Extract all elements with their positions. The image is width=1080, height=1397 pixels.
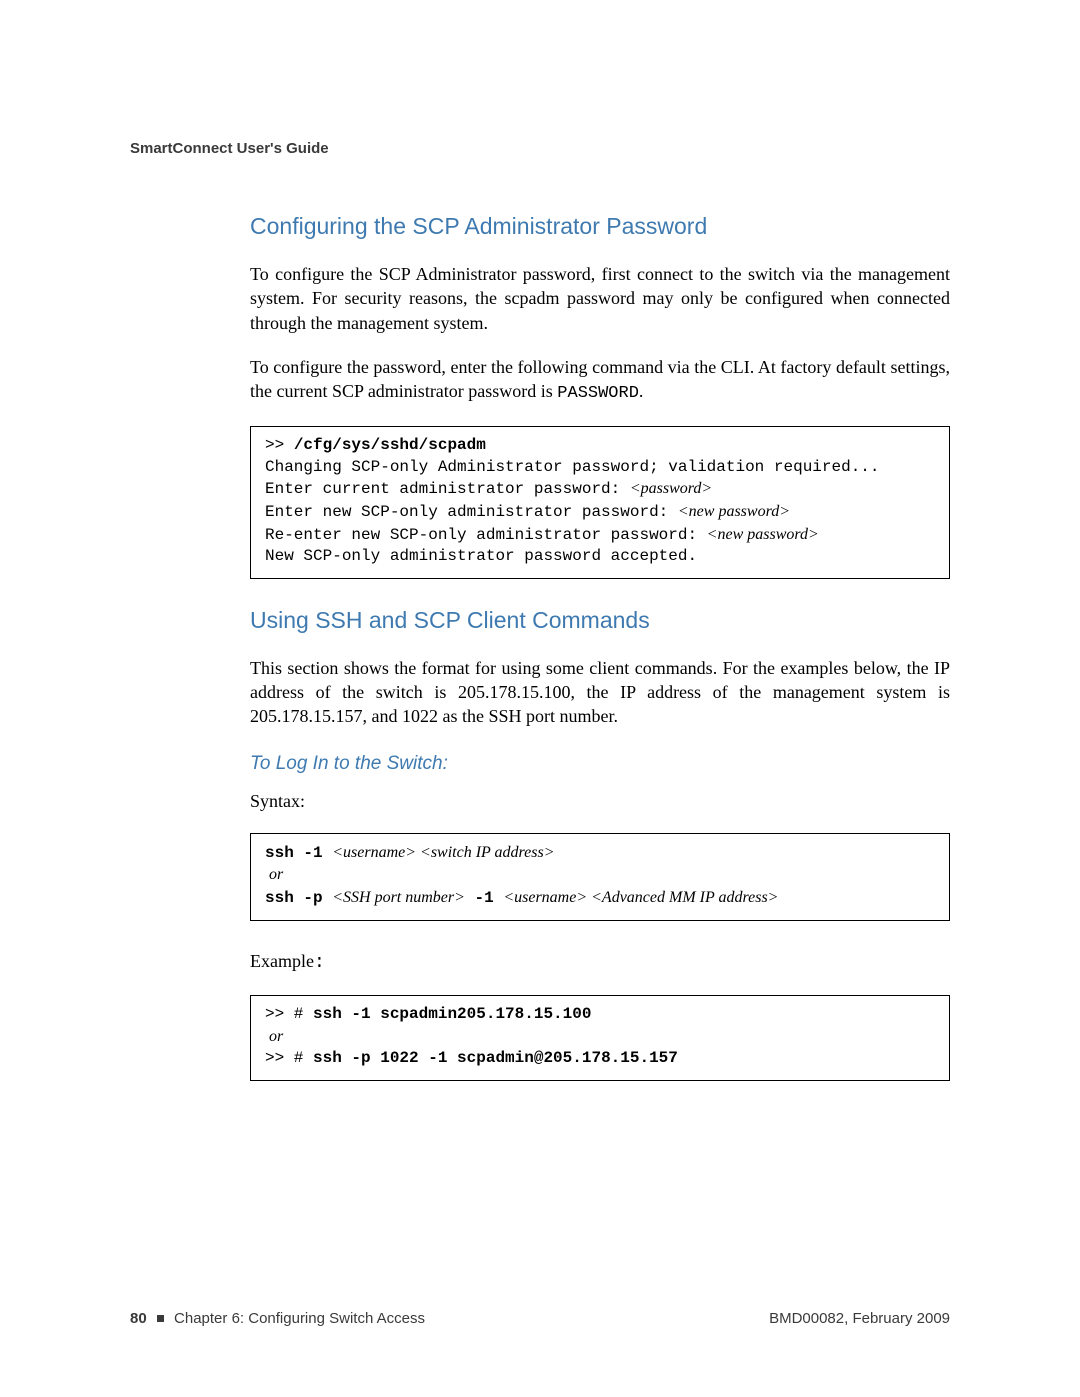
code-line: Enter current administrator password: <p… xyxy=(265,480,712,498)
footer-left: 80 Chapter 6: Configuring Switch Access xyxy=(130,1310,425,1327)
page-number: 80 xyxy=(130,1310,147,1327)
code-line: or xyxy=(265,866,283,884)
code-line: Changing SCP-only Administrator password… xyxy=(265,458,880,476)
inline-code: PASSWORD xyxy=(557,384,639,403)
section-heading-scp-password: Configuring the SCP Administrator Passwo… xyxy=(250,213,950,240)
text-run: Example xyxy=(250,951,314,971)
code-block-example: >> # ssh -1 scpadmin205.178.15.100 or >>… xyxy=(250,995,950,1081)
page: SmartConnect User's Guide Configuring th… xyxy=(0,0,1080,1397)
text-run: : xyxy=(314,953,325,973)
page-footer: 80 Chapter 6: Configuring Switch Access … xyxy=(130,1310,950,1327)
code-line: ssh -1 <username> <switch IP address> xyxy=(265,844,555,862)
code-line: New SCP-only administrator password acce… xyxy=(265,547,697,565)
code-block-scpadm: >> /cfg/sys/sshd/scpadm Changing SCP-onl… xyxy=(250,426,950,579)
code-line: >> /cfg/sys/sshd/scpadm xyxy=(265,436,486,454)
code-block-syntax: ssh -1 <username> <switch IP address> or… xyxy=(250,833,950,921)
text-run: . xyxy=(639,381,644,401)
code-line: >> # ssh -p 1022 -1 scpadmin@205.178.15.… xyxy=(265,1049,678,1067)
code-line: or xyxy=(265,1028,283,1046)
footer-right: BMD00082, February 2009 xyxy=(769,1310,950,1327)
subheading-login-switch: To Log In to the Switch: xyxy=(250,753,950,775)
section-heading-ssh-scp: Using SSH and SCP Client Commands xyxy=(250,607,950,634)
main-content: Configuring the SCP Administrator Passwo… xyxy=(250,213,950,1081)
running-header: SmartConnect User's Guide xyxy=(130,140,950,157)
example-label: Example: xyxy=(250,949,950,975)
body-paragraph: This section shows the format for using … xyxy=(250,656,950,729)
code-line: Re-enter new SCP-only administrator pass… xyxy=(265,526,819,544)
separator-icon xyxy=(157,1315,164,1322)
code-line: ssh -p <SSH port number> -1 <username> <… xyxy=(265,889,778,907)
code-line: Enter new SCP-only administrator passwor… xyxy=(265,503,790,521)
code-line: >> # ssh -1 scpadmin205.178.15.100 xyxy=(265,1005,591,1023)
body-paragraph: To configure the SCP Administrator passw… xyxy=(250,262,950,335)
chapter-label: Chapter 6: Configuring Switch Access xyxy=(174,1310,425,1327)
syntax-label: Syntax: xyxy=(250,789,950,813)
body-paragraph: To configure the password, enter the fol… xyxy=(250,355,950,406)
